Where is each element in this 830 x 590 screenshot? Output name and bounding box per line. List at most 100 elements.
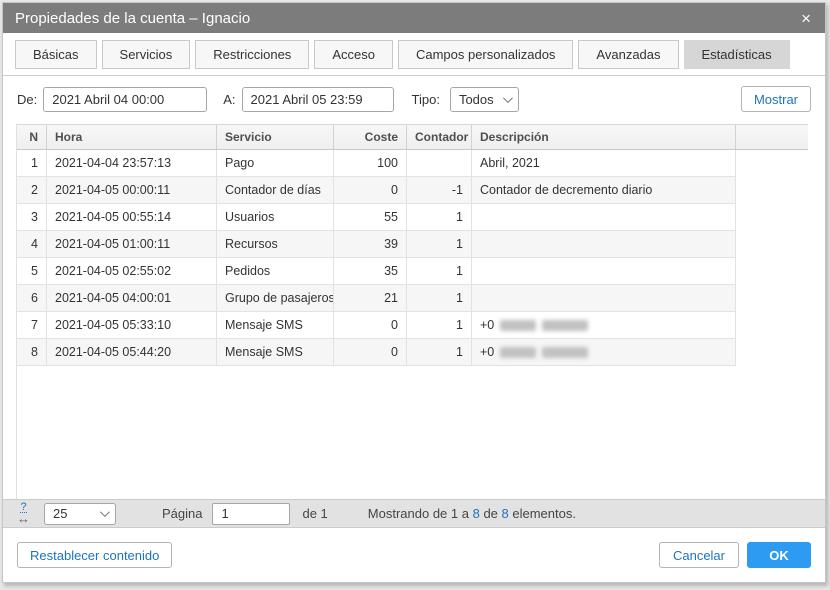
cell: 1 xyxy=(407,231,472,258)
cell-filler xyxy=(736,204,808,231)
filter-bar: De: A: Tipo: Todos Mostrar xyxy=(3,76,825,122)
table-row[interactable]: 7 2021-04-05 05:33:10 Mensaje SMS 0 1 +0 xyxy=(17,312,808,339)
cell: Mensaje SMS xyxy=(217,312,334,339)
table-row[interactable]: 2 2021-04-05 00:00:11 Contador de días 0 -1 C… xyxy=(17,177,808,204)
tab-estadisticas[interactable]: Estadísticas xyxy=(683,40,790,69)
cell: 2021-04-05 00:55:14 xyxy=(47,204,217,231)
date-from-input[interactable] xyxy=(43,86,208,112)
cell: 2021-04-05 00:00:11 xyxy=(47,177,217,204)
page-label: Página xyxy=(162,506,203,521)
table-header: N Hora Servicio Coste Contador Descripción xyxy=(17,124,808,150)
cell-descripcion xyxy=(472,258,736,285)
table-row[interactable]: 4 2021-04-05 01:00:11 Recursos 39 1 xyxy=(17,231,808,258)
cell-descripcion: +0 xyxy=(472,312,736,339)
cell: 2021-04-05 05:44:20 xyxy=(47,339,217,366)
cell: 2021-04-05 02:55:02 xyxy=(47,258,217,285)
cell: 2021-04-04 23:57:13 xyxy=(47,150,217,177)
tab-servicios[interactable]: Servicios xyxy=(101,40,191,69)
redacted-phone-segment xyxy=(500,320,537,332)
dialog-footer: Restablecer contenido Cancelar OK xyxy=(3,528,825,582)
cell: 1 xyxy=(407,339,472,366)
cell: 1 xyxy=(407,285,472,312)
cell-filler xyxy=(736,177,808,204)
type-select[interactable]: Todos xyxy=(449,86,519,112)
cell-descripcion: Contador de decremento diario xyxy=(472,177,736,204)
tab-bar: Básicas Servicios Restricciones Acceso Campo… xyxy=(3,33,825,76)
cell-descripcion xyxy=(472,204,736,231)
page-number-input[interactable] xyxy=(212,502,291,525)
show-button[interactable]: Mostrar xyxy=(740,86,811,112)
reset-content-button[interactable]: Restablecer contenido xyxy=(17,542,173,568)
page-size-select[interactable]: 25 xyxy=(44,502,116,525)
tab-restricciones[interactable]: Restricciones xyxy=(195,40,310,69)
cancel-button[interactable]: Cancelar xyxy=(658,542,739,568)
cell: 35 xyxy=(334,258,407,285)
column-header-hora: Hora xyxy=(47,125,217,149)
fit-columns-icon[interactable]: ? ↔ xyxy=(17,502,30,526)
cell-filler xyxy=(736,258,808,285)
chevron-down-icon xyxy=(99,507,110,518)
cell: 6 xyxy=(17,285,47,312)
cell: Pedidos xyxy=(217,258,334,285)
screen: Propiedades de la cuenta – Ignacio × Bás… xyxy=(0,0,830,590)
tab-avanzadas[interactable]: Avanzadas xyxy=(578,40,679,69)
tab-campos-personalizados[interactable]: Campos personalizados xyxy=(397,40,574,69)
cell: 1 xyxy=(17,150,47,177)
cell: 2021-04-05 05:33:10 xyxy=(47,312,217,339)
tab-acceso[interactable]: Acceso xyxy=(314,40,393,69)
table-body: 1 2021-04-04 23:57:13 Pago 100 Abril, 2021 2 2… xyxy=(17,150,808,366)
cell xyxy=(407,150,472,177)
cell-filler xyxy=(736,312,808,339)
table-row[interactable]: 3 2021-04-05 00:55:14 Usuarios 55 1 xyxy=(17,204,808,231)
column-header-contador: Contador xyxy=(407,125,472,149)
ok-button[interactable]: OK xyxy=(747,542,811,568)
column-header-servicio: Servicio xyxy=(217,125,334,149)
table-row[interactable]: 6 2021-04-05 04:00:01 Grupo de pasajeros 21… xyxy=(17,285,808,312)
cell-descripcion: Abril, 2021 xyxy=(472,150,736,177)
close-icon[interactable]: × xyxy=(799,10,813,27)
tab-basicas[interactable]: Básicas xyxy=(15,40,97,69)
cell: 2021-04-05 01:00:11 xyxy=(47,231,217,258)
cell: Recursos xyxy=(217,231,334,258)
cell: 8 xyxy=(17,339,47,366)
cell: Contador de días xyxy=(217,177,334,204)
cell: 3 xyxy=(17,204,47,231)
cell: 7 xyxy=(17,312,47,339)
column-header-filler xyxy=(736,125,808,149)
page-of-label: de 1 xyxy=(302,506,328,521)
table-row[interactable]: 5 2021-04-05 02:55:02 Pedidos 35 1 xyxy=(17,258,808,285)
redacted-phone-segment xyxy=(542,347,589,359)
table-row[interactable]: 1 2021-04-04 23:57:13 Pago 100 Abril, 2021 xyxy=(17,150,808,177)
cell-filler xyxy=(736,231,808,258)
cell-filler xyxy=(736,285,808,312)
redacted-phone-segment xyxy=(542,320,589,332)
cell: Pago xyxy=(217,150,334,177)
cell: Usuarios xyxy=(217,204,334,231)
type-select-value: Todos xyxy=(458,91,494,107)
cell: 100 xyxy=(334,150,407,177)
to-label: A: xyxy=(223,91,236,107)
page-size-value: 25 xyxy=(53,506,68,521)
cell: Grupo de pasajeros xyxy=(217,285,334,312)
type-label: Tipo: xyxy=(411,91,440,107)
cell: 1 xyxy=(407,258,472,285)
cell-filler xyxy=(736,339,808,366)
table-row[interactable]: 8 2021-04-05 05:44:20 Mensaje SMS 0 1 +0 xyxy=(17,339,808,366)
cell: 39 xyxy=(334,231,407,258)
dialog-title: Propiedades de la cuenta – Ignacio xyxy=(15,9,251,27)
cell: 0 xyxy=(334,339,407,366)
chevron-down-icon xyxy=(502,92,513,103)
account-properties-dialog: Propiedades de la cuenta – Ignacio × Bás… xyxy=(2,2,826,583)
cell: 1 xyxy=(407,204,472,231)
cell: 2021-04-05 04:00:01 xyxy=(47,285,217,312)
cell-descripcion xyxy=(472,231,736,258)
cell-filler xyxy=(736,150,808,177)
cell: 55 xyxy=(334,204,407,231)
statistics-table: N Hora Servicio Coste Contador Descripción 12… xyxy=(16,124,808,499)
items-summary: Mostrando de 1 a 8 de 8 elementos. xyxy=(367,506,576,521)
cell: 0 xyxy=(334,177,407,204)
column-header-n: N xyxy=(17,125,47,149)
column-header-coste: Coste xyxy=(334,125,407,149)
date-to-input[interactable] xyxy=(241,86,394,112)
cell: 1 xyxy=(407,312,472,339)
